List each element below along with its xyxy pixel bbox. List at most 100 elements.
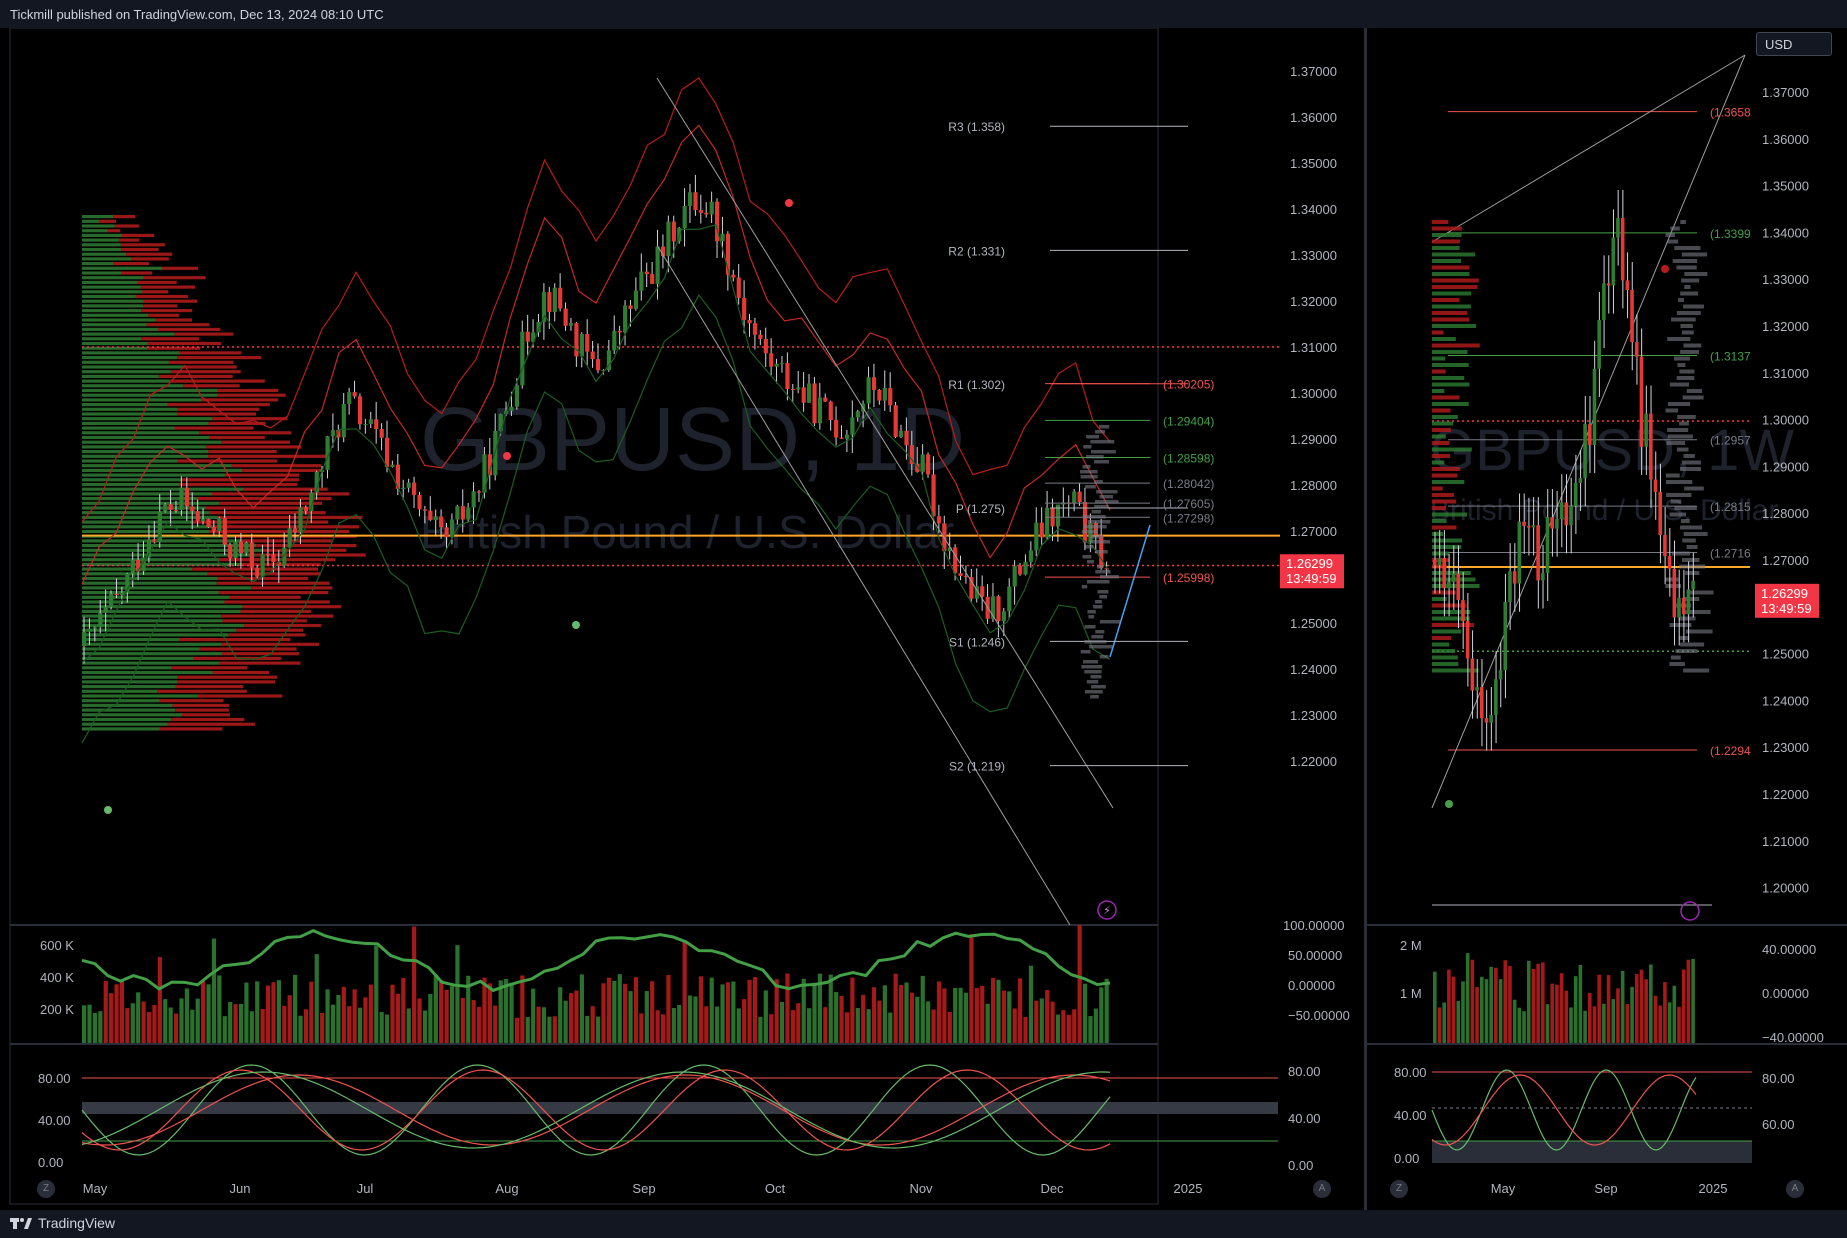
side-candle-body — [1564, 502, 1569, 526]
volume-profile-bar — [82, 450, 209, 454]
side-auto-scale-z-button[interactable]: Z — [1390, 1180, 1408, 1198]
volume-profile-bar — [1099, 595, 1108, 599]
volume-bar — [974, 988, 979, 1043]
side-profile-bar — [1680, 291, 1698, 296]
oscillator-axis-label: 50.00000 — [1288, 948, 1342, 963]
candle-body — [936, 516, 942, 524]
alert-icon: ⚡ — [1103, 905, 1111, 917]
pivot-label: S1 (1.246) — [949, 635, 1005, 649]
volume-bar — [790, 1010, 795, 1043]
tradingview-brand[interactable]: TradingView — [10, 1215, 115, 1231]
currency-button[interactable]: USD — [1756, 32, 1832, 56]
volume-profile-bar — [82, 685, 176, 689]
main-auto-scale-a-button[interactable]: A — [1313, 1180, 1331, 1198]
side-candle-body — [1677, 597, 1681, 618]
side-candle-body — [1456, 573, 1461, 601]
volume-bar — [774, 979, 779, 1043]
volume-profile-bar — [146, 323, 210, 327]
volume-profile-bar — [159, 727, 223, 731]
volume-bar — [352, 989, 357, 1043]
volume-bar — [222, 1016, 227, 1043]
volume-bar — [276, 980, 281, 1043]
side-volume-bar — [1522, 1011, 1526, 1043]
candle-body — [790, 389, 795, 391]
volume-profile-bar — [1082, 515, 1106, 519]
main-auto-scale-z-button[interactable]: Z — [37, 1180, 55, 1198]
side-profile-bar — [1432, 369, 1446, 374]
side-price-axis-label: 1.24000 — [1762, 693, 1809, 708]
side-volume-bar — [1602, 1003, 1606, 1043]
volume-bar — [698, 976, 703, 1043]
side-profile-bar — [1432, 220, 1449, 224]
candle-body — [926, 454, 931, 475]
price-axis-label: 1.32000 — [1290, 294, 1337, 309]
side-candle-body — [1470, 658, 1475, 691]
side-profile-bar — [1432, 538, 1463, 543]
side-candle-body — [1569, 505, 1573, 526]
side-volume-bar — [1686, 959, 1691, 1043]
volume-bar — [303, 1009, 309, 1043]
volume-bar — [347, 1006, 352, 1043]
candle-body — [682, 206, 687, 229]
side-profile-bar — [1667, 337, 1691, 341]
volume-profile-bar — [1081, 530, 1098, 534]
stoch-axis-label: 80.00 — [1288, 1064, 1321, 1079]
volume-bar — [709, 977, 714, 1043]
pane-divider[interactable] — [1364, 28, 1367, 1210]
side-profile-bar — [1432, 499, 1457, 504]
main-chart[interactable]: GBPUSD, 1D British Pound / U.S. Dollar 1… — [0, 28, 1364, 1210]
side-volume-bar — [1658, 1005, 1663, 1043]
volume-bar — [1034, 1000, 1039, 1043]
side-candle-body — [1517, 521, 1522, 584]
side-volume-bar — [1517, 1007, 1522, 1043]
side-auto-scale-a-button[interactable]: A — [1786, 1180, 1804, 1198]
side-candle-body — [1583, 424, 1587, 479]
volume-profile-bar — [1080, 470, 1098, 474]
candle-body — [568, 323, 574, 326]
side-profile-bar — [1432, 304, 1471, 309]
candle-body — [612, 330, 617, 351]
side-chart[interactable]: GBPUSD, 1W British Pound / U.S. Dollar 1… — [1367, 28, 1847, 1210]
candle-body — [238, 541, 244, 554]
side-stoch-line — [1431, 1069, 1697, 1151]
side-profile-bar — [1432, 454, 1450, 458]
volume-bar — [801, 978, 806, 1043]
side-price-axis-label: 1.25000 — [1762, 647, 1809, 662]
volume-bar — [752, 977, 758, 1043]
candle-body — [195, 511, 200, 522]
publish-header: Tickmill published on TradingView.com, D… — [0, 0, 1847, 28]
volume-bar — [1045, 989, 1050, 1043]
volume-profile-bar — [126, 252, 173, 256]
side-volume-bar — [1616, 988, 1620, 1043]
candle-body — [779, 363, 785, 365]
side-candle-body — [1508, 571, 1512, 602]
side-candle-body — [1578, 478, 1583, 483]
candle-body — [633, 290, 639, 309]
candle-body — [807, 383, 812, 403]
side-candle-body — [1653, 479, 1658, 492]
volume-profile-bar — [167, 722, 255, 726]
oscillator-axis-label: 0.00000 — [1288, 978, 1335, 993]
volume-profile-bar — [212, 417, 288, 421]
side-profile-bar — [1679, 421, 1689, 426]
tradingview-logo-icon — [10, 1216, 32, 1230]
side-profile-bar — [1680, 467, 1702, 471]
volume-bar — [325, 989, 330, 1043]
side-level-label: (1.2957 — [1710, 434, 1751, 448]
side-profile-bar — [1665, 233, 1675, 237]
volume-bar — [866, 1009, 871, 1043]
volume-bar — [287, 995, 292, 1043]
candle-body — [184, 487, 189, 507]
volume-bar — [163, 999, 168, 1043]
side-profile-bar — [1669, 662, 1685, 666]
side-stoch-axis-label: 80.00 — [1762, 1071, 1795, 1086]
volume-profile-bar — [82, 247, 121, 252]
level-label: (1.28042) — [1163, 477, 1214, 491]
volume-profile-bar — [1083, 660, 1099, 664]
volume-axis-label: 600 K — [40, 938, 74, 953]
side-profile-bar — [1670, 226, 1680, 231]
candle-body — [763, 339, 768, 354]
side-candle-body — [1616, 218, 1620, 238]
side-candle-body — [1691, 580, 1695, 590]
volume-profile-bar — [82, 656, 194, 660]
